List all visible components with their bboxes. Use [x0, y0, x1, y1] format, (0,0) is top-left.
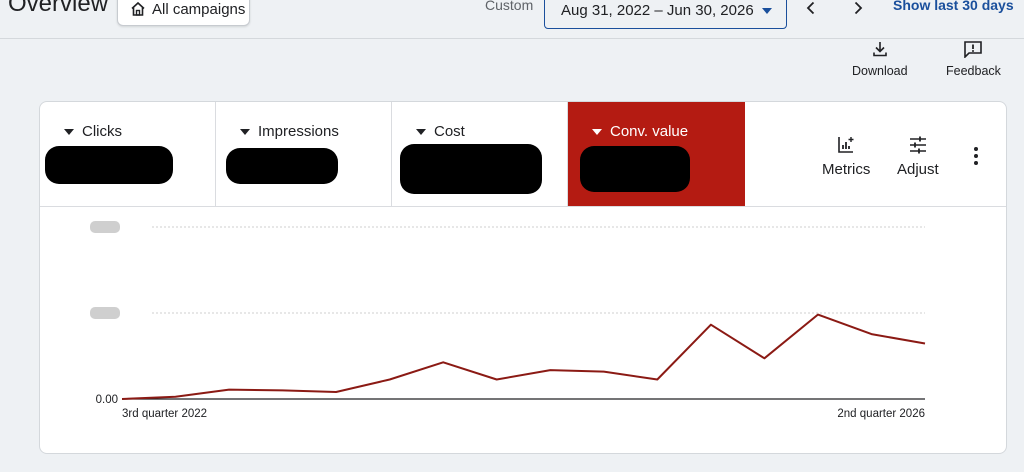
chevron-right-icon	[854, 1, 863, 15]
metrics-label: Metrics	[822, 161, 871, 178]
download-label: Download	[852, 64, 908, 78]
conv-value-line-chart: 0.00 3rd quarter 2022 2nd quarter 2026	[90, 221, 926, 420]
adjust-label: Adjust	[897, 161, 939, 178]
download-button[interactable]: Download	[852, 40, 908, 78]
x-tick-label-start: 3rd quarter 2022	[122, 408, 207, 420]
redacted-value	[580, 146, 690, 192]
metric-tile-label: Clicks	[82, 123, 122, 140]
dropdown-triangle-icon	[64, 128, 74, 135]
metric-tile-impressions[interactable]: Impressions	[216, 102, 392, 206]
previous-period-button[interactable]	[799, 0, 823, 20]
date-range-value: Aug 31, 2022 – Jun 30, 2026	[561, 2, 754, 19]
next-period-button[interactable]	[846, 0, 870, 20]
page-title: Overview	[8, 0, 109, 17]
metric-tile-header: Conv. value	[592, 123, 688, 140]
more-vertical-icon	[974, 147, 978, 165]
date-range-type-label: Custom	[485, 0, 534, 13]
redacted-value	[45, 146, 173, 184]
metrics-button[interactable]: Metrics	[822, 135, 870, 178]
performance-card: Clicks Impressions Cost Conv. value Metr…	[39, 101, 1007, 454]
more-options-button[interactable]	[970, 146, 982, 171]
obscured-tick-label	[90, 307, 120, 319]
campaign-selector[interactable]: All campaigns	[117, 0, 250, 26]
metric-tiles: Clicks Impressions Cost Conv. value Metr…	[40, 102, 1006, 207]
metric-tile-label: Conv. value	[610, 123, 689, 140]
feedback-button[interactable]: Feedback	[946, 40, 1001, 78]
redacted-value	[400, 144, 542, 194]
obscured-tick-label	[90, 221, 120, 233]
header-divider	[0, 38, 1024, 39]
metric-tile-cost[interactable]: Cost	[392, 102, 568, 206]
metric-tile-header: Impressions	[240, 123, 339, 140]
metric-tile-clicks[interactable]: Clicks	[40, 102, 216, 206]
y-tick-label-zero: 0.00	[96, 394, 118, 406]
adjust-button[interactable]: Adjust	[897, 135, 939, 178]
show-last-30-days-link[interactable]: Show last 30 days	[893, 0, 1014, 13]
chevron-left-icon	[806, 1, 815, 15]
x-tick-label-end: 2nd quarter 2026	[837, 408, 925, 420]
metric-tile-header: Cost	[416, 123, 465, 140]
home-icon	[130, 1, 146, 17]
metrics-chart-icon	[838, 137, 854, 153]
campaign-selector-label: All campaigns	[152, 0, 246, 18]
feedback-icon	[964, 41, 983, 58]
metric-tile-label: Impressions	[258, 123, 339, 140]
date-range-picker[interactable]: Aug 31, 2022 – Jun 30, 2026	[544, 0, 787, 29]
download-icon	[872, 42, 887, 57]
dropdown-caret-icon	[762, 7, 772, 14]
feedback-label: Feedback	[946, 64, 1001, 78]
metric-tile-label: Cost	[434, 123, 465, 140]
dropdown-triangle-icon	[240, 128, 250, 135]
conv-value-series-line	[121, 313, 926, 400]
dropdown-triangle-icon	[592, 128, 602, 135]
metric-tile-header: Clicks	[64, 123, 122, 140]
dropdown-triangle-icon	[416, 128, 426, 135]
metric-tile-conv-value[interactable]: Conv. value	[568, 102, 745, 206]
redacted-value	[226, 148, 338, 184]
adjust-sliders-icon	[909, 136, 926, 154]
